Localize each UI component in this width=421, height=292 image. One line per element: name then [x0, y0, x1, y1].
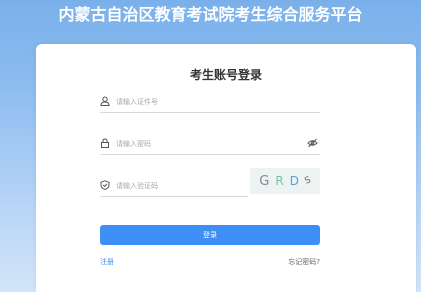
eye-icon[interactable]	[307, 138, 318, 148]
page-banner-title: 内蒙古自治区教育考试院考生综合服务平台	[58, 5, 363, 24]
password-input[interactable]	[116, 137, 296, 151]
forgot-password-link[interactable]: 忘记密码?	[288, 257, 320, 267]
captcha-char: R	[275, 174, 284, 188]
captcha-input[interactable]	[116, 179, 236, 193]
captcha-char: D	[289, 174, 299, 188]
captcha-char: S	[303, 175, 313, 187]
id-number-input[interactable]	[116, 95, 296, 109]
lock-icon	[101, 138, 109, 148]
password-field	[100, 136, 320, 155]
login-card: 考生账号登录 G R D S 登录 注册 忘	[36, 44, 416, 292]
captcha-field	[100, 178, 248, 197]
user-icon	[100, 96, 110, 106]
shield-icon	[100, 180, 110, 190]
login-title: 考生账号登录	[189, 68, 262, 82]
captcha-char: G	[259, 173, 270, 189]
register-link[interactable]: 注册	[100, 257, 114, 267]
login-button[interactable]: 登录	[100, 225, 320, 245]
id-number-field	[100, 94, 320, 113]
captcha-image[interactable]: G R D S	[250, 168, 320, 194]
